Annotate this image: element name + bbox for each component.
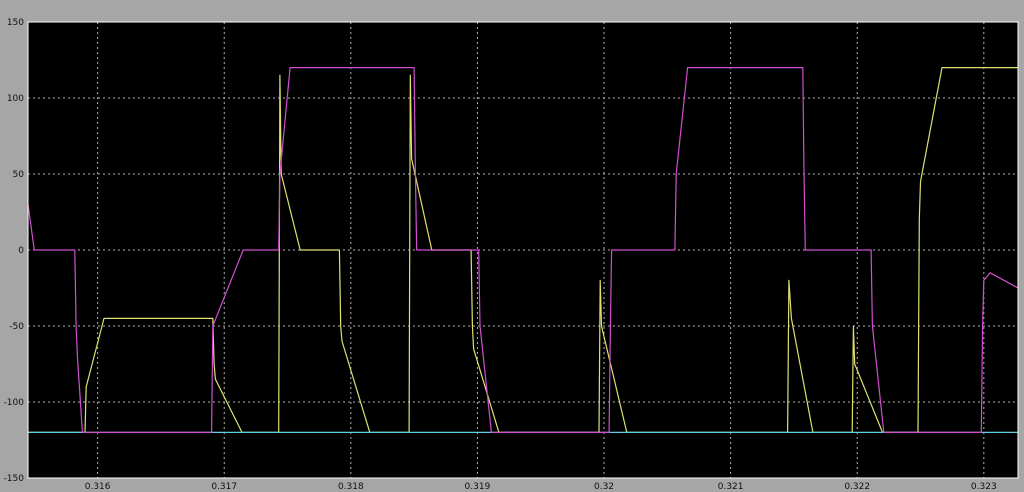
x-tick-label: 0.316 — [85, 482, 111, 492]
x-tick-label: 0.321 — [718, 482, 744, 492]
x-tick-label: 0.32 — [594, 482, 614, 492]
scope-plot: -150 -100 -50 0 50 100 150 0.316 0.317 0.318 0.31… — [0, 0, 1024, 492]
x-tick-label: 0.323 — [971, 482, 997, 492]
x-tick-label: 0.318 — [338, 482, 364, 492]
y-tick-label: 50 — [13, 170, 25, 180]
y-tick-label: -150 — [4, 474, 25, 484]
y-tick-label: 0 — [18, 246, 24, 256]
y-tick-label: 150 — [7, 18, 24, 28]
x-tick-label: 0.317 — [211, 482, 237, 492]
y-tick-label: 100 — [7, 94, 24, 104]
y-tick-label: -100 — [4, 398, 25, 408]
x-tick-label: 0.319 — [465, 482, 491, 492]
y-tick-label: -50 — [9, 322, 24, 332]
x-tick-label: 0.322 — [844, 482, 870, 492]
